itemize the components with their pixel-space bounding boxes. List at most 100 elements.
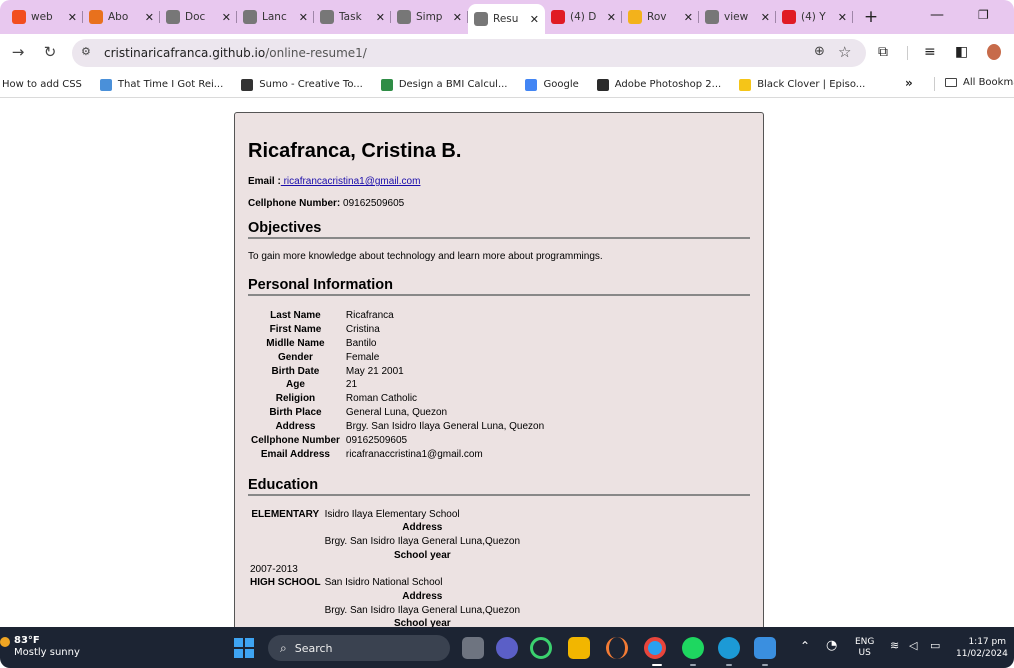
browser-tab[interactable]: Task ✕ [314,4,391,30]
browser-tab[interactable]: web ✕ [6,4,83,30]
close-tab-icon[interactable]: ✕ [838,11,847,24]
teams-icon[interactable] [496,637,518,659]
taskbar-search[interactable]: ⌕ Search [268,635,450,661]
more-bookmarks-button[interactable]: » [905,76,913,90]
school-name: Isidro Ilaya Elementary School [324,508,460,520]
side-panel-icon[interactable]: ◧ [955,44,968,60]
bookmark-item[interactable]: Design a BMI Calcul... [380,78,507,91]
bookmarks-bar: How to add CSS That Time I Got Rei... Sumo… [0,72,1014,98]
weather-widget[interactable]: 83°F Mostly sunny [0,635,80,659]
bookmark-item[interactable]: Sumo - Creative To... [241,78,363,91]
sun-icon [0,637,10,647]
education-row: ELEMENTARY Isidro Ilaya Elementary School [248,508,522,522]
all-bookmarks-button[interactable]: All Bookma [945,77,1014,88]
battery-icon[interactable]: ▭ [930,639,940,652]
close-tab-icon[interactable]: ✕ [684,11,693,24]
personal-info-row: First Name Cristina [248,323,547,337]
site-info-icon[interactable]: ⚙ [81,45,91,58]
browser-tab[interactable]: Lanc ✕ [237,4,314,30]
tab-title: web [31,11,53,23]
resume-card: Ricafranca, Cristina B. Email : ricafran… [234,112,764,627]
getintopc-icon [596,78,609,91]
personal-info-key: First Name [269,323,322,335]
personal-info-value: Roman Catholic [345,393,418,405]
profile-avatar[interactable] [987,44,1001,60]
close-tab-icon[interactable]: ✕ [222,11,231,24]
region-code: US [858,648,871,658]
bookmark-label: Google [543,79,579,90]
spinner-app-icon[interactable] [530,637,552,659]
tab-separator [852,11,853,23]
bookmark-item[interactable]: That Time I Got Rei... [99,78,223,91]
browser-tab[interactable]: (4) D ✕ [545,4,622,30]
windows-start-icon[interactable] [234,638,254,658]
email-link[interactable]: ricafrancacristina1@gmail.com [281,176,421,187]
network-icon[interactable]: ◔ [826,638,837,653]
chrome-icon[interactable] [644,637,666,659]
language-code: ENG [855,637,875,647]
school-year: 2007-2013 [250,563,298,575]
spotify-icon[interactable] [682,637,704,659]
extensions-icon[interactable]: ⧉ [878,44,888,60]
objectives-text: To gain more knowledge about technology … [248,251,603,262]
browser-tab[interactable]: Rov ✕ [622,4,699,30]
edge-indicator [726,664,732,666]
close-tab-icon[interactable]: ✕ [453,11,462,24]
close-tab-icon[interactable]: ✕ [145,11,154,24]
personal-info-value: General Luna, Quezon [345,407,448,419]
url-text[interactable]: cristinaricafranca.github.io/online-resu… [104,46,367,60]
browser-tab[interactable]: Doc ✕ [160,4,237,30]
education-spacer [248,604,323,618]
reload-icon[interactable]: ↻ [40,43,60,61]
bookmark-item[interactable]: How to add CSS [2,79,82,90]
restore-window-icon[interactable]: ❐ [978,8,989,22]
bookmark-item[interactable]: Black Clover | Episo... [739,78,865,91]
education-row: Brgy. San Isidro Ilaya General Luna,Quez… [248,535,522,549]
bookmark-star-icon[interactable]: ☆ [838,43,851,61]
globe-icon [320,10,334,24]
personal-info-row: Religion Roman Catholic [248,392,547,406]
reading-list-icon[interactable]: ≡ [924,44,936,60]
wifi-icon[interactable]: ≋ [890,639,899,652]
new-tab-button[interactable]: + [861,7,881,27]
browser-tab[interactable]: Abo ✕ [83,4,160,30]
address-bar[interactable]: ⚙ cristinaricafranca.github.io/online-re… [72,39,866,67]
education-heading: Education [248,477,750,496]
bookmark-label: How to add CSS [2,79,82,90]
bookmark-label: Sumo - Creative To... [259,79,363,90]
close-tab-icon[interactable]: ✕ [299,11,308,24]
photos-icon[interactable] [754,637,776,659]
clock[interactable]: 1:17 pm 11/02/2024 [956,636,1008,660]
browser-tab[interactable]: (4) Y ✕ [776,4,853,30]
personal-info-value: May 21 2001 [345,365,404,377]
language-indicator[interactable]: ENG US [855,637,874,659]
browser-tab[interactable]: view ✕ [699,4,776,30]
personal-info-row: Midlle Name Bantilo [248,337,547,351]
cellphone-line: Cellphone Number: 09162509605 [248,198,750,210]
task-view-icon[interactable] [462,637,484,659]
dev-app-icon[interactable] [606,637,628,659]
close-tab-icon[interactable]: ✕ [530,13,539,26]
close-tab-icon[interactable]: ✕ [761,11,770,24]
personal-info-value: 09162509605 [345,435,408,447]
personal-info-row: Last Name Ricafranca [248,309,547,323]
cellphone-value: 09162509605 [340,198,405,209]
cellphone-label: Cellphone Number: [248,198,341,209]
close-tab-icon[interactable]: ✕ [376,11,385,24]
chevron-up-icon[interactable]: ⌃ [800,639,810,653]
file-explorer-icon[interactable] [568,637,590,659]
browser-tab[interactable]: Simp ✕ [391,4,468,30]
volume-icon[interactable]: ◁ [909,639,917,652]
bookmark-item[interactable]: Adobe Photoshop 2... [596,78,721,91]
email-line: Email : ricafrancacristina1@gmail.com [248,176,750,188]
browser-tab[interactable]: Resu ✕ [468,4,545,34]
close-tab-icon[interactable]: ✕ [607,11,616,24]
forward-icon[interactable]: → [8,43,28,61]
minimize-icon[interactable]: — [930,7,944,23]
spotify-indicator [690,664,696,666]
gfg-icon [380,78,393,91]
bookmark-item[interactable]: Google [525,78,579,91]
edge-icon[interactable] [718,637,740,659]
zoom-icon[interactable]: ⊕ [814,44,825,59]
close-tab-icon[interactable]: ✕ [68,11,77,24]
